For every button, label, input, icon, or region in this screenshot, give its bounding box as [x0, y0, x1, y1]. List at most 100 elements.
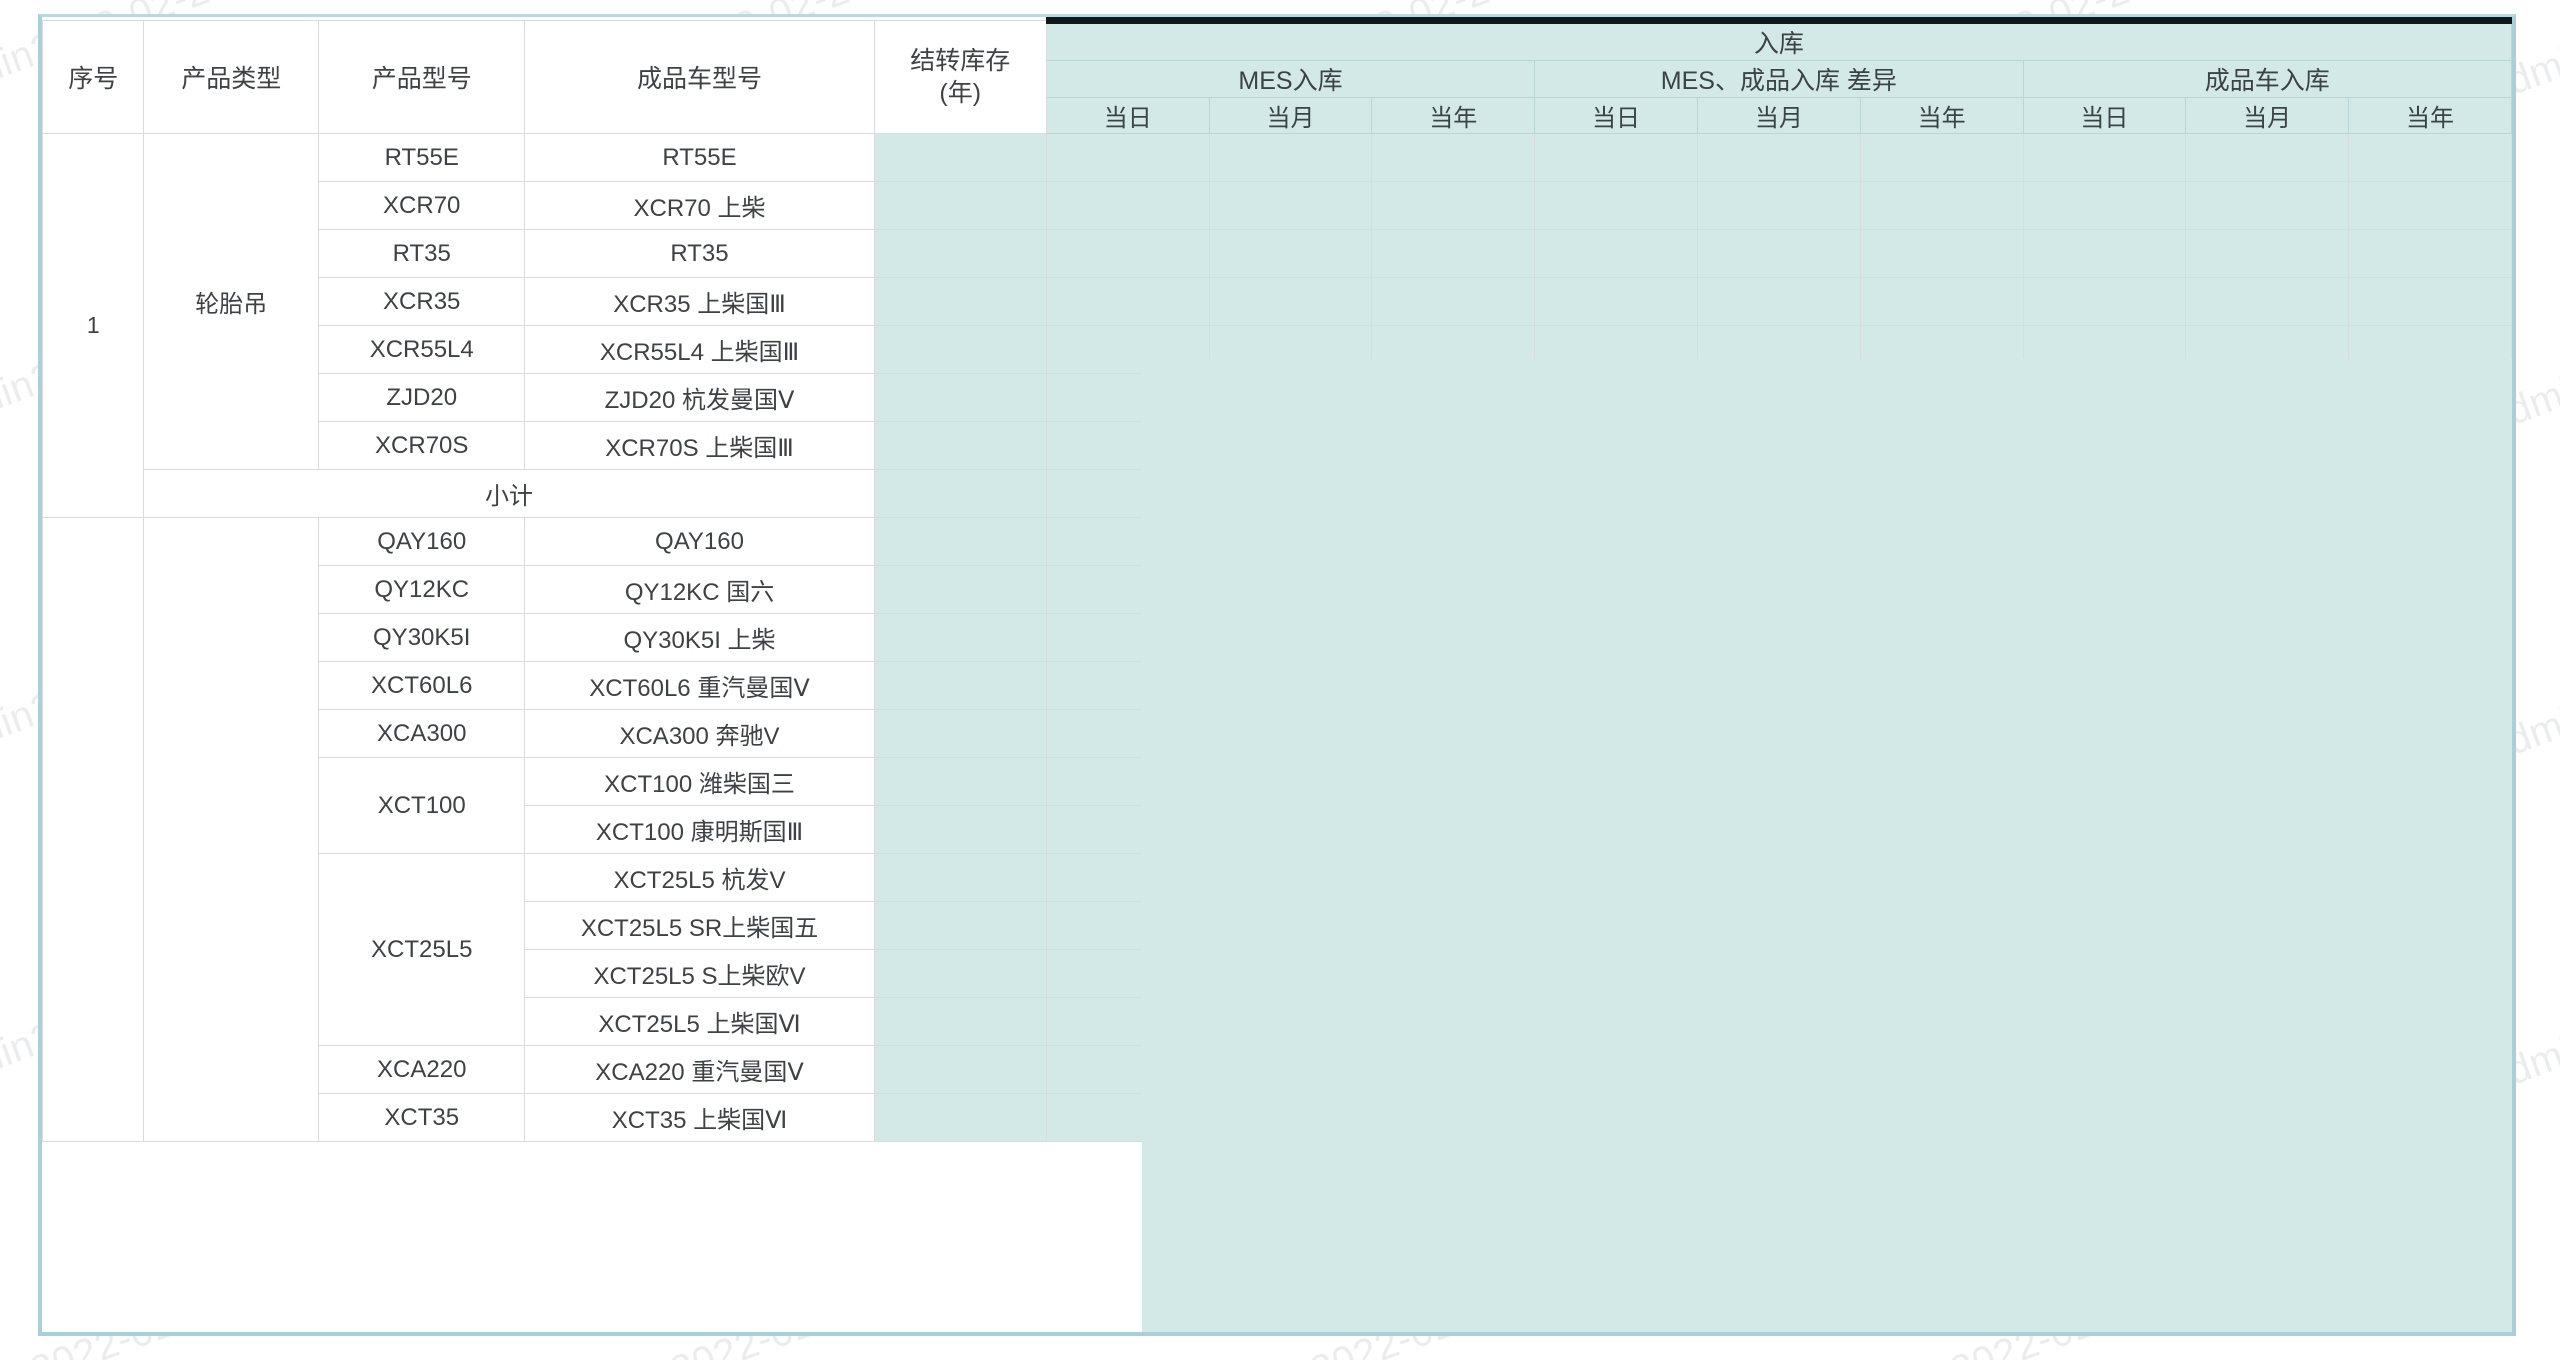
cell-data [2185, 421, 2350, 470]
cell-data [1371, 997, 1536, 1046]
cell-data [1696, 949, 1861, 998]
cell-data [1045, 421, 1210, 470]
cell-data [2348, 709, 2512, 758]
cell-data [1859, 469, 2024, 518]
cell-data [1045, 709, 1210, 758]
table-body: 1 轮胎吊 RT55E RT55E XCR70 XCR70 上柴 RT35 RT35 XC… [42, 133, 2512, 1142]
cell-data [2185, 613, 2350, 662]
cell-data [1534, 901, 1698, 950]
cell-seq [42, 517, 145, 1142]
cell-data [1045, 805, 1210, 854]
table-row: RT35 RT35 [43, 229, 2512, 278]
cell-vehicle-model: XCR70 上柴 [524, 181, 875, 230]
cell-data [2022, 853, 2187, 902]
cell-data [1208, 901, 1373, 950]
cell-data [2022, 997, 2187, 1046]
cell-data [1859, 277, 2024, 326]
cell-data [2348, 949, 2512, 998]
col-header-carryover-stock: 结转库存 (年) [873, 20, 1047, 134]
cell-product-model: XCA300 [318, 709, 526, 758]
cell-data [2022, 1093, 2187, 1142]
cell-data [1696, 805, 1861, 854]
section-header-mes-vehicle-diff: MES、成品入库 差异 [1534, 60, 2024, 98]
cell-data [1208, 949, 1373, 998]
cell-product-model: RT35 [318, 229, 526, 278]
cell-data [1371, 901, 1536, 950]
cell-data [2185, 565, 2350, 614]
table-row: QY30K5I QY30K5I 上柴 [43, 613, 2512, 662]
cell-data [873, 229, 1047, 278]
cell-data [1208, 373, 1373, 422]
cell-product-model: XCT60L6 [318, 661, 526, 710]
cell-product-type: 轮胎吊 [143, 133, 320, 470]
cell-data [1859, 709, 2024, 758]
cell-data [1045, 757, 1210, 806]
cell-data [1696, 229, 1861, 278]
cell-data [2348, 613, 2512, 662]
group-header-inbound: 入库 [1045, 17, 2512, 61]
cell-data [2348, 565, 2512, 614]
cell-data [2022, 613, 2187, 662]
cell-data [1371, 1045, 1536, 1094]
cell-data [2022, 277, 2187, 326]
period-header-0: 当日 [1045, 97, 1210, 134]
cell-data [1371, 277, 1536, 326]
cell-data [1045, 373, 1210, 422]
cell-data [1371, 853, 1536, 902]
cell-data [873, 613, 1047, 662]
subtotal-row: 小计 [43, 469, 2512, 518]
cell-data [1696, 181, 1861, 230]
cell-data [873, 901, 1047, 950]
cell-data [1696, 133, 1861, 182]
cell-data [1859, 229, 2024, 278]
cell-vehicle-model: QY12KC 国六 [524, 565, 875, 614]
cell-data [2348, 517, 2512, 566]
cell-data [1534, 133, 1698, 182]
cell-data [2185, 853, 2350, 902]
cell-data [1208, 757, 1373, 806]
cell-data [1696, 469, 1861, 518]
cell-data [1045, 277, 1210, 326]
cell-data [2022, 661, 2187, 710]
cell-data [1534, 421, 1698, 470]
cell-data [1045, 949, 1210, 998]
period-header-5: 当年 [1859, 97, 2024, 134]
cell-data [2185, 997, 2350, 1046]
cell-vehicle-model: XCT25L5 上柴国Ⅵ [524, 997, 875, 1046]
cell-product-model: XCA220 [318, 1045, 526, 1094]
cell-data [1534, 565, 1698, 614]
cell-data [1534, 997, 1698, 1046]
cell-data [2185, 661, 2350, 710]
cell-data [1208, 565, 1373, 614]
cell-vehicle-model: XCT25L5 SR上柴国五 [524, 901, 875, 950]
cell-data [2022, 421, 2187, 470]
cell-data [1371, 949, 1536, 998]
cell-subtotal-label: 小计 [143, 469, 875, 518]
cell-data [1371, 229, 1536, 278]
cell-data [1208, 421, 1373, 470]
cell-data [1371, 373, 1536, 422]
cell-data [2022, 709, 2187, 758]
cell-data [2022, 373, 2187, 422]
table-row: XCT35 XCT35 上柴国Ⅵ [43, 1093, 2512, 1142]
cell-data [1859, 133, 2024, 182]
cell-vehicle-model: QY30K5I 上柴 [524, 613, 875, 662]
cell-vehicle-model: XCT60L6 重汽曼国Ⅴ [524, 661, 875, 710]
cell-data [873, 1045, 1047, 1094]
cell-data [2022, 901, 2187, 950]
table-row: XCT60L6 XCT60L6 重汽曼国Ⅴ [43, 661, 2512, 710]
cell-data [2022, 181, 2187, 230]
cell-vehicle-model: XCR55L4 上柴国Ⅲ [524, 325, 875, 374]
cell-vehicle-model: RT55E [524, 133, 875, 182]
cell-data [2185, 325, 2350, 374]
cell-data [1696, 661, 1861, 710]
cell-data [1045, 229, 1210, 278]
cell-data [1696, 277, 1861, 326]
cell-data [2185, 229, 2350, 278]
cell-data [1859, 661, 2024, 710]
cell-data [873, 517, 1047, 566]
cell-data [1696, 757, 1861, 806]
cell-data [1208, 181, 1373, 230]
carryover-line1: 结转库存 [910, 47, 1011, 75]
cell-vehicle-model: QAY160 [524, 517, 875, 566]
